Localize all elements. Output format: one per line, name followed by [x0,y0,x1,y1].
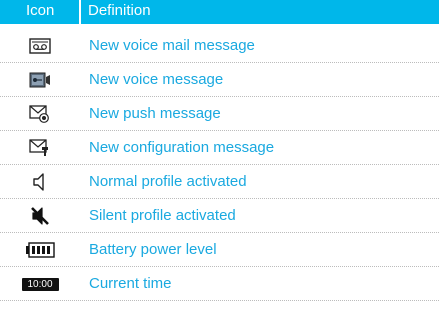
table-row: 10:00 Current time [0,267,439,301]
definition-text: Silent profile activated [89,207,236,224]
battery-icon [18,233,62,267]
header-definition-label: Definition [88,2,151,19]
table-row: Battery power level [0,233,439,267]
table-row: Normal profile activated [0,165,439,199]
definition-text: New voice message [89,71,224,88]
clock-icon: 10:00 [18,267,62,301]
definition-text: Battery power level [89,241,217,258]
definition-text: Current time [89,275,172,292]
icon-definition-table: Icon Definition New voice mail message N… [0,0,439,333]
configuration-message-icon [18,131,62,165]
clock-icon-text: 10:00 [21,277,59,291]
definition-text: New voice mail message [89,37,255,54]
table-row: New configuration message [0,131,439,165]
definition-text: New configuration message [89,139,275,156]
definition-text: Normal profile activated [89,173,247,190]
voicemail-icon [18,29,62,63]
push-message-icon [18,97,62,131]
header-divider [79,0,81,24]
table-row: New push message [0,97,439,131]
table-row: New voice message [0,63,439,97]
row-divider [0,300,439,301]
table-row: New voice mail message [0,29,439,63]
speaker-icon [18,165,62,199]
speaker-muted-icon [18,199,62,233]
table-header: Icon Definition [0,0,439,24]
header-icon-label: Icon [26,2,55,19]
table-row: Silent profile activated [0,199,439,233]
definition-text: New push message [89,105,221,122]
voice-message-icon [18,63,62,97]
